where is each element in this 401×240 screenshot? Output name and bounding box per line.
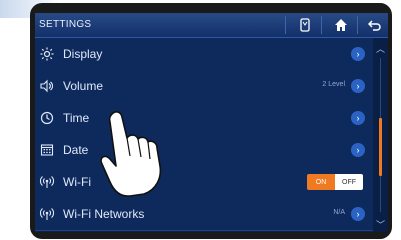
settings-item-time[interactable]: Time › <box>35 102 373 135</box>
settings-item-label: Display <box>63 47 103 61</box>
clock-icon <box>39 110 55 126</box>
wifi-icon <box>39 174 55 190</box>
pointing-hand-icon <box>100 111 162 197</box>
settings-item-wifi-networks[interactable]: Wi-Fi Networks N/A › <box>35 198 373 231</box>
toolbar-divider <box>357 16 358 34</box>
home-icon[interactable] <box>329 15 353 35</box>
settings-screen: SETTINGS Display › Volume 2 Level › Time… <box>35 13 388 232</box>
settings-item-label: Time <box>63 111 90 125</box>
chevron-right-icon[interactable]: › <box>351 79 365 93</box>
settings-item-label: Volume <box>63 79 104 93</box>
wifi-toggle[interactable]: ON OFF <box>307 174 363 190</box>
chevron-right-icon[interactable]: › <box>351 111 365 125</box>
chevron-right-icon[interactable]: › <box>351 143 365 157</box>
settings-item-label: Wi-Fi Networks <box>63 207 145 221</box>
scrollbar[interactable]: ︿ ﹀ <box>373 38 388 232</box>
sun-icon <box>39 46 55 62</box>
scroll-up-icon[interactable]: ︿ <box>373 42 388 54</box>
back-icon[interactable] <box>363 15 387 35</box>
calendar-icon <box>39 142 55 158</box>
wifi-icon <box>39 206 55 222</box>
settings-item-label: Date <box>63 143 89 157</box>
settings-item-label: Wi-Fi <box>63 175 91 189</box>
toolbar-divider <box>321 16 322 34</box>
scroll-down-icon[interactable]: ﹀ <box>373 218 388 230</box>
toolbar-divider <box>285 16 286 34</box>
settings-item-volume[interactable]: Volume 2 Level › <box>35 70 373 103</box>
volume-level-value: 2 Level <box>322 81 345 88</box>
settings-item-wifi: Wi-Fi ON OFF <box>35 166 373 199</box>
scroll-thumb[interactable] <box>379 118 382 176</box>
screen-title: SETTINGS <box>39 19 92 30</box>
settings-item-date[interactable]: Date › <box>35 134 373 167</box>
speaker-icon <box>39 78 55 94</box>
toggle-on-option[interactable]: ON <box>307 174 335 190</box>
phone-icon[interactable] <box>293 15 317 35</box>
chevron-right-icon[interactable]: › <box>351 207 365 221</box>
settings-item-display[interactable]: Display › <box>35 38 373 71</box>
toggle-off-option[interactable]: OFF <box>335 174 363 190</box>
wifi-networks-value: N/A <box>333 209 345 216</box>
top-bar: SETTINGS <box>35 13 388 38</box>
chevron-right-icon[interactable]: › <box>351 47 365 61</box>
